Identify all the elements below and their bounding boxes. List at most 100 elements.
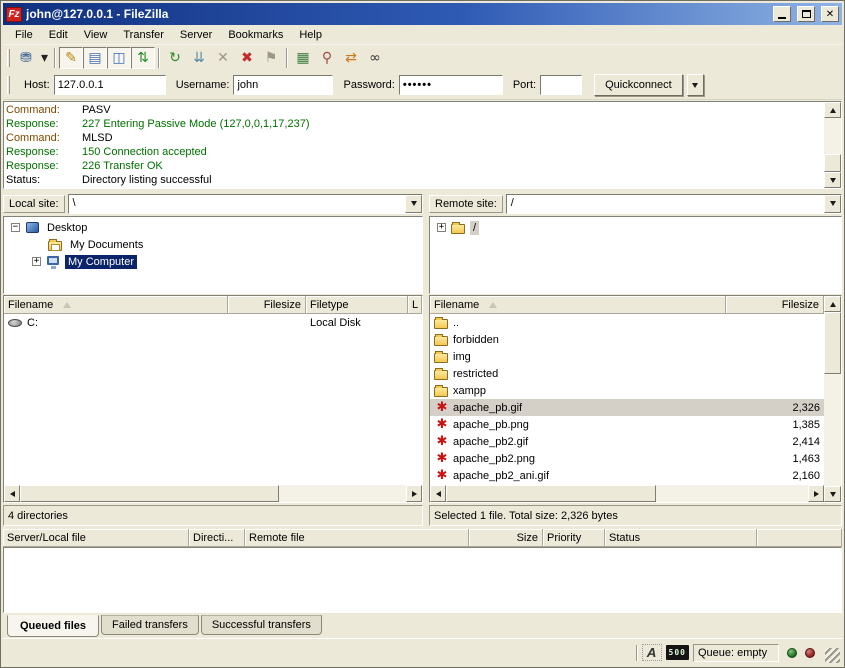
local-drive-row[interactable]: C: Local Disk bbox=[4, 314, 422, 331]
remote-file-row[interactable]: ✱apache_pb2.png 1,463 bbox=[430, 450, 824, 467]
queue-body[interactable] bbox=[3, 547, 842, 613]
scroll-thumb[interactable] bbox=[446, 485, 656, 502]
toggle-remote-tree-button[interactable]: ◫ bbox=[107, 47, 131, 69]
remote-folder-row[interactable]: .. bbox=[430, 314, 824, 331]
remote-file-row[interactable]: ✱apache_pb.png 1,385 bbox=[430, 416, 824, 433]
local-horizontal-scrollbar[interactable] bbox=[4, 485, 422, 502]
menu-item[interactable]: Help bbox=[291, 27, 330, 43]
tab-failed-transfers[interactable]: Failed transfers bbox=[101, 615, 199, 635]
minimize-button[interactable] bbox=[773, 6, 791, 22]
remote-horizontal-scrollbar[interactable] bbox=[430, 485, 824, 502]
site-manager-dropdown[interactable]: ▾ bbox=[38, 47, 51, 69]
cancel-operation-button[interactable]: ✕ bbox=[211, 47, 235, 69]
filename-filters-button[interactable]: ▦ bbox=[291, 47, 315, 69]
scroll-right-button[interactable] bbox=[406, 485, 422, 502]
scroll-right-button[interactable] bbox=[808, 485, 824, 502]
reconnect-button[interactable]: ⚑ bbox=[259, 47, 283, 69]
quickconnect-gripper[interactable] bbox=[7, 76, 10, 94]
tree-item-my-computer[interactable]: + My Computer bbox=[4, 253, 422, 270]
remote-site-dropdown-button[interactable] bbox=[824, 195, 841, 213]
scroll-left-button[interactable] bbox=[4, 485, 20, 502]
remote-site-path[interactable]: / bbox=[507, 195, 824, 213]
password-input[interactable] bbox=[399, 75, 503, 95]
log-scrollbar[interactable] bbox=[824, 102, 841, 188]
menu-item[interactable]: Bookmarks bbox=[220, 27, 291, 43]
expand-icon[interactable]: + bbox=[437, 223, 446, 232]
speed-limits-indicator[interactable]: 500 bbox=[666, 645, 689, 660]
open-site-manager-button[interactable]: ⛃ bbox=[14, 47, 38, 69]
tree-item-label[interactable]: My Documents bbox=[67, 238, 146, 252]
column-header[interactable]: Status bbox=[605, 529, 757, 547]
port-input[interactable] bbox=[540, 75, 582, 95]
column-header[interactable]: Filename bbox=[4, 296, 228, 314]
remote-folder-row[interactable]: restricted bbox=[430, 365, 824, 382]
scroll-thumb[interactable] bbox=[824, 154, 841, 172]
toggle-local-tree-button[interactable]: ▤ bbox=[83, 47, 107, 69]
scroll-up-button[interactable] bbox=[824, 102, 841, 118]
menu-item[interactable]: Server bbox=[172, 27, 220, 43]
find-files-button[interactable]: ∞ bbox=[363, 47, 387, 69]
maximize-button[interactable] bbox=[797, 6, 815, 22]
title-bar[interactable]: Fz john@127.0.0.1 - FileZilla ✕ bbox=[3, 3, 842, 25]
scroll-track[interactable] bbox=[824, 118, 841, 172]
column-header[interactable]: Filetype bbox=[306, 296, 408, 314]
tree-item-root[interactable]: + / bbox=[430, 219, 841, 236]
remote-site-combobox[interactable]: / bbox=[506, 194, 842, 214]
scroll-thumb[interactable] bbox=[20, 485, 279, 502]
column-header[interactable]: Filename bbox=[430, 296, 726, 314]
remote-folder-row[interactable]: forbidden bbox=[430, 331, 824, 348]
scroll-up-button[interactable] bbox=[824, 296, 841, 312]
data-type-indicator[interactable]: A bbox=[642, 644, 662, 661]
scroll-left-button[interactable] bbox=[430, 485, 446, 502]
scroll-track[interactable] bbox=[20, 485, 406, 502]
local-site-combobox[interactable]: \ bbox=[68, 194, 423, 214]
tree-item-label[interactable]: / bbox=[470, 221, 479, 235]
remote-vertical-scrollbar[interactable] bbox=[824, 296, 841, 502]
local-site-dropdown-button[interactable] bbox=[405, 195, 422, 213]
quickconnect-button[interactable]: Quickconnect bbox=[594, 74, 683, 96]
quickconnect-dropdown-button[interactable] bbox=[687, 74, 704, 96]
column-header[interactable]: Remote file bbox=[245, 529, 469, 547]
disconnect-button[interactable]: ✖ bbox=[235, 47, 259, 69]
directory-comparison-button[interactable]: ⚲ bbox=[315, 47, 339, 69]
local-site-path[interactable]: \ bbox=[69, 195, 405, 213]
tab-queued-files[interactable]: Queued files bbox=[7, 615, 99, 637]
scroll-track[interactable] bbox=[824, 312, 841, 486]
scroll-down-button[interactable] bbox=[824, 486, 841, 502]
toolbar-gripper[interactable] bbox=[7, 49, 10, 67]
process-queue-button[interactable]: ⇊ bbox=[187, 47, 211, 69]
remote-file-row[interactable]: ✱apache_pb.gif 2,326 bbox=[430, 399, 824, 416]
column-header[interactable] bbox=[757, 529, 842, 547]
tree-item-label[interactable]: Desktop bbox=[44, 221, 90, 235]
menu-item[interactable]: File bbox=[7, 27, 41, 43]
menu-item[interactable]: View bbox=[76, 27, 116, 43]
remote-folder-row[interactable]: img bbox=[430, 348, 824, 365]
collapse-icon[interactable]: − bbox=[11, 223, 20, 232]
column-header[interactable]: Filesize bbox=[228, 296, 306, 314]
tree-item-label[interactable]: My Computer bbox=[65, 255, 137, 269]
tab-successful-transfers[interactable]: Successful transfers bbox=[201, 615, 322, 635]
close-button[interactable]: ✕ bbox=[821, 6, 839, 22]
remote-file-row[interactable]: ✱apache_pb2_ani.gif 2,160 bbox=[430, 467, 824, 484]
refresh-button[interactable]: ↻ bbox=[163, 47, 187, 69]
synchronized-browsing-button[interactable]: ⇄ bbox=[339, 47, 363, 69]
tree-item-my-documents[interactable]: My Documents bbox=[4, 236, 422, 253]
username-input[interactable] bbox=[233, 75, 333, 95]
column-header[interactable]: Directi... bbox=[189, 529, 245, 547]
host-input[interactable] bbox=[54, 75, 166, 95]
scroll-thumb[interactable] bbox=[824, 312, 841, 374]
column-header[interactable]: L bbox=[408, 296, 422, 314]
column-header[interactable]: Priority bbox=[543, 529, 605, 547]
column-header[interactable]: Filesize bbox=[726, 296, 824, 314]
scroll-track[interactable] bbox=[446, 485, 808, 502]
scroll-down-button[interactable] bbox=[824, 172, 841, 188]
expand-icon[interactable]: + bbox=[32, 257, 41, 266]
menu-item[interactable]: Edit bbox=[41, 27, 76, 43]
menu-item[interactable]: Transfer bbox=[115, 27, 172, 43]
column-header[interactable]: Server/Local file bbox=[3, 529, 189, 547]
toggle-message-log-button[interactable]: ✎ bbox=[59, 47, 83, 69]
remote-file-row[interactable]: ✱apache_pb2.gif 2,414 bbox=[430, 433, 824, 450]
column-header[interactable]: Size bbox=[469, 529, 543, 547]
remote-folder-row[interactable]: xampp bbox=[430, 382, 824, 399]
toggle-transfer-queue-button[interactable]: ⇅ bbox=[131, 47, 155, 69]
